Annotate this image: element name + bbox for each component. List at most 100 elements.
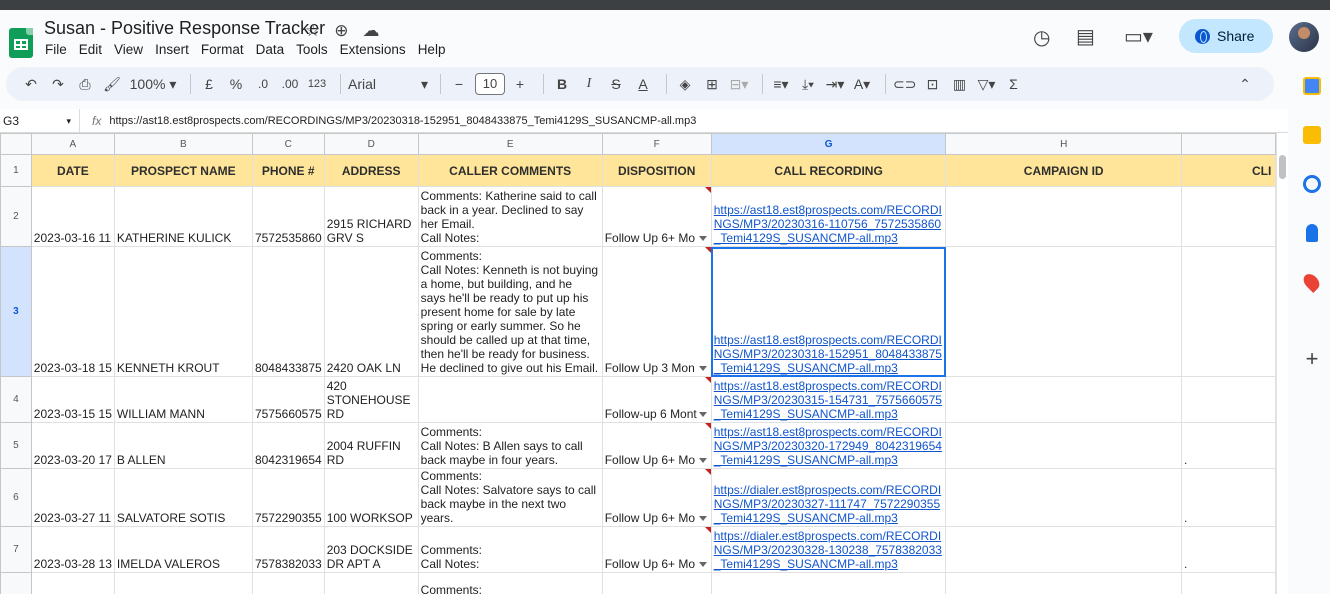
cell-extra[interactable]: . — [1180, 526, 1276, 573]
col-header-c[interactable]: C — [251, 133, 325, 155]
text-rotation-icon[interactable]: A▾ — [851, 72, 873, 96]
align-horizontal-icon[interactable]: ≡▾ — [770, 72, 792, 96]
cell-prospect-name[interactable]: KENNETH KROUT — [113, 246, 253, 377]
undo-icon[interactable]: ↶ — [20, 72, 42, 96]
cell-campaign-id[interactable] — [945, 468, 1182, 527]
cell-address[interactable]: 2420 OAK LN — [323, 246, 419, 377]
cell-campaign-id[interactable] — [945, 422, 1182, 469]
cell-disposition-dropdown[interactable]: Follow Up 3 Mon — [601, 246, 712, 377]
text-color-icon[interactable]: A — [632, 72, 654, 96]
header-disposition[interactable]: DISPOSITION — [601, 154, 712, 187]
font-select[interactable]: Arial ▾ — [348, 72, 428, 96]
calendar-icon[interactable] — [1303, 77, 1321, 95]
menu-view[interactable]: View — [114, 42, 143, 57]
cell-caller-comments[interactable]: Comments: Call Notes: B Allen says to ca… — [417, 422, 603, 469]
cell-prospect-name[interactable]: IMELDA VALEROS — [113, 526, 253, 573]
filter-icon[interactable]: ▽▾ — [975, 72, 997, 96]
doc-title[interactable]: Susan - Positive Response Tracker — [44, 18, 325, 39]
cell-campaign-id[interactable] — [945, 526, 1182, 573]
col-header-e[interactable]: E — [417, 133, 603, 155]
comments-icon[interactable]: ▤ — [1076, 24, 1095, 49]
cell-phone[interactable]: 7578382033 — [251, 526, 325, 573]
menu-insert[interactable]: Insert — [155, 42, 189, 57]
cell-call-recording-link[interactable] — [710, 572, 947, 594]
italic-icon[interactable]: I — [578, 72, 600, 96]
row-header[interactable]: 4 — [0, 376, 32, 423]
cell-call-recording-link[interactable]: https://ast18.est8prospects.com/RECORDIN… — [710, 376, 947, 423]
menu-extensions[interactable]: Extensions — [340, 42, 406, 57]
cell-phone[interactable] — [251, 572, 325, 594]
fill-color-icon[interactable]: ◈ — [674, 72, 696, 96]
cell-date[interactable]: 2023-03-15 15 — [30, 376, 115, 423]
avatar[interactable] — [1289, 22, 1319, 52]
functions-icon[interactable]: Σ — [1002, 72, 1024, 96]
cell-caller-comments[interactable]: Comments: Katherine said to call back in… — [417, 186, 603, 247]
cell-call-recording-link[interactable]: https://ast18.est8prospects.com/RECORDIN… — [710, 186, 947, 247]
header-address[interactable]: ADDRESS — [323, 154, 419, 187]
row-header[interactable]: 3 — [0, 246, 32, 377]
font-size-input[interactable]: 10 — [475, 73, 505, 95]
row-header[interactable]: 7 — [0, 526, 32, 573]
cell-prospect-name[interactable]: KATHERINE KULICK — [113, 186, 253, 247]
row-header[interactable] — [0, 572, 32, 594]
vertical-scrollbar[interactable] — [1276, 133, 1288, 594]
borders-icon[interactable]: ⊞ — [701, 72, 723, 96]
cell-campaign-id[interactable] — [945, 376, 1182, 423]
cell-caller-comments[interactable]: Comments: Call Notes: — [417, 526, 603, 573]
insert-link-icon[interactable]: ⊂⊃ — [893, 72, 916, 96]
cell-call-recording-link[interactable]: https://dialer.est8prospects.com/RECORDI… — [710, 526, 947, 573]
header-prospect-name[interactable]: PROSPECT NAME — [113, 154, 253, 187]
tasks-icon[interactable] — [1303, 175, 1321, 193]
cell-prospect-name[interactable]: SALVATORE SOTIS — [113, 468, 253, 527]
cell-phone[interactable]: 8042319654 — [251, 422, 325, 469]
cell-campaign-id[interactable] — [945, 246, 1182, 377]
print-icon[interactable]: ⎙ — [74, 72, 96, 96]
cell-disposition-dropdown[interactable]: Follow-up 6 Mont — [601, 376, 712, 423]
cell-prospect-name[interactable] — [113, 572, 253, 594]
col-header-g[interactable]: G — [710, 133, 947, 155]
col-header-d[interactable]: D — [323, 133, 419, 155]
cell-date[interactable]: 2023-03-16 11 — [30, 186, 115, 247]
menu-data[interactable]: Data — [256, 42, 285, 57]
name-box-dropdown-icon[interactable]: ▾ — [66, 109, 71, 133]
cell-date[interactable]: 2023-03-27 11 — [30, 468, 115, 527]
cell-phone[interactable]: 7575660575 — [251, 376, 325, 423]
cell-disposition-dropdown[interactable]: Follow Up 6+ Mo — [601, 422, 712, 469]
cell-caller-comments[interactable] — [417, 376, 603, 423]
cell-address[interactable]: 420 STONEHOUSE RD — [323, 376, 419, 423]
cell-address[interactable]: 203 DOCKSIDE DR APT A — [323, 526, 419, 573]
version-history-icon[interactable]: ◷ — [1033, 25, 1050, 50]
row-header[interactable]: 6 — [0, 468, 32, 527]
cell-address[interactable]: 2004 RUFFIN RD — [323, 422, 419, 469]
cell-phone[interactable]: 7572535860 — [251, 186, 325, 247]
redo-icon[interactable]: ↷ — [47, 72, 69, 96]
header-caller-comments[interactable]: CALLER COMMENTS — [417, 154, 603, 187]
col-header-a[interactable]: A — [30, 133, 115, 155]
cell-extra[interactable]: . — [1180, 468, 1276, 527]
align-vertical-icon[interactable]: ⤓▾ — [797, 72, 819, 96]
add-on-plus-icon[interactable]: + — [1303, 348, 1321, 370]
cell-extra[interactable] — [1180, 572, 1276, 594]
text-wrapping-icon[interactable]: ⇥▾ — [824, 72, 846, 96]
cell-campaign-id[interactable] — [945, 186, 1182, 247]
merge-cells-icon[interactable]: ⊟▾ — [728, 72, 750, 96]
zoom-select[interactable]: 100% ▾ — [128, 72, 178, 96]
cell-extra[interactable]: . — [1180, 422, 1276, 469]
row-header[interactable]: 2 — [0, 186, 32, 247]
menu-file[interactable]: File — [45, 42, 67, 57]
currency-button[interactable]: £ — [198, 72, 220, 96]
select-all-corner[interactable] — [0, 133, 32, 155]
strikethrough-icon[interactable]: S — [605, 72, 627, 96]
meet-icon[interactable]: ▭▾ — [1124, 24, 1153, 49]
increase-decimal-button[interactable]: .00 — [279, 72, 301, 96]
menu-edit[interactable]: Edit — [79, 42, 102, 57]
cell-call-recording-link[interactable]: https://ast18.est8prospects.com/RECORDIN… — [710, 422, 947, 469]
cell-extra[interactable] — [1180, 376, 1276, 423]
increase-font-size-icon[interactable]: + — [509, 72, 531, 96]
cell-disposition-dropdown[interactable]: Follow Up 6+ Mo — [601, 186, 712, 247]
bold-icon[interactable]: B — [551, 72, 573, 96]
cell-campaign-id[interactable] — [945, 572, 1182, 594]
cell-phone[interactable]: 8048433875 — [251, 246, 325, 377]
cell-call-recording-link[interactable]: https://ast18.est8prospects.com/RECORDIN… — [710, 246, 947, 377]
cell-address[interactable] — [323, 572, 419, 594]
